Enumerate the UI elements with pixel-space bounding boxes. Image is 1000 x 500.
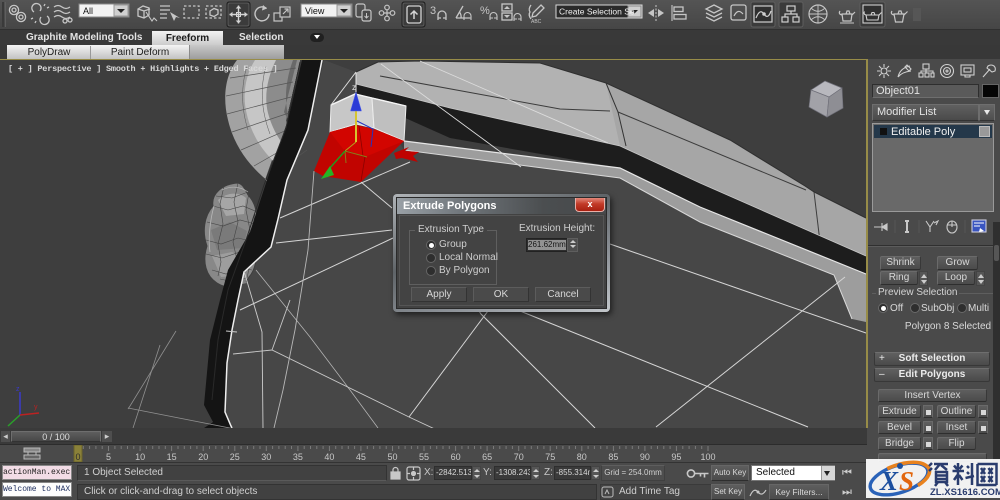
svg-text:View: View — [305, 6, 325, 16]
svg-text:80: 80 — [577, 452, 587, 462]
svg-text:65: 65 — [482, 452, 492, 462]
svg-text:30: 30 — [261, 452, 271, 462]
svg-text:y: y — [34, 404, 38, 411]
svg-text:55: 55 — [419, 452, 429, 462]
svg-text:100: 100 — [700, 452, 715, 462]
svg-text:ABC: ABC — [531, 19, 542, 25]
svg-text:15: 15 — [167, 452, 177, 462]
svg-text:95: 95 — [671, 452, 681, 462]
svg-text:35: 35 — [293, 452, 303, 462]
svg-text:%: % — [480, 5, 490, 17]
svg-text:X: X — [879, 466, 899, 496]
svg-text:70: 70 — [514, 452, 524, 462]
svg-text:45: 45 — [356, 452, 366, 462]
svg-text:20: 20 — [198, 452, 208, 462]
svg-text:z: z — [352, 83, 356, 92]
svg-text:Create Selection Se: Create Selection Se — [559, 7, 635, 17]
svg-text:40: 40 — [324, 452, 334, 462]
svg-text:75: 75 — [545, 452, 555, 462]
svg-text:ZL.XS1616.COM: ZL.XS1616.COM — [930, 487, 1000, 498]
svg-text:z: z — [16, 386, 20, 393]
svg-text:60: 60 — [451, 452, 461, 462]
svg-text:90: 90 — [640, 452, 650, 462]
svg-text:S: S — [899, 466, 914, 496]
svg-text:3: 3 — [430, 5, 436, 17]
svg-text:85: 85 — [608, 452, 618, 462]
svg-text:25: 25 — [230, 452, 240, 462]
svg-text:50: 50 — [387, 452, 397, 462]
svg-text:All: All — [83, 6, 93, 16]
svg-text:10: 10 — [135, 452, 145, 462]
svg-text:5: 5 — [106, 452, 111, 462]
svg-text:0: 0 — [75, 452, 80, 462]
